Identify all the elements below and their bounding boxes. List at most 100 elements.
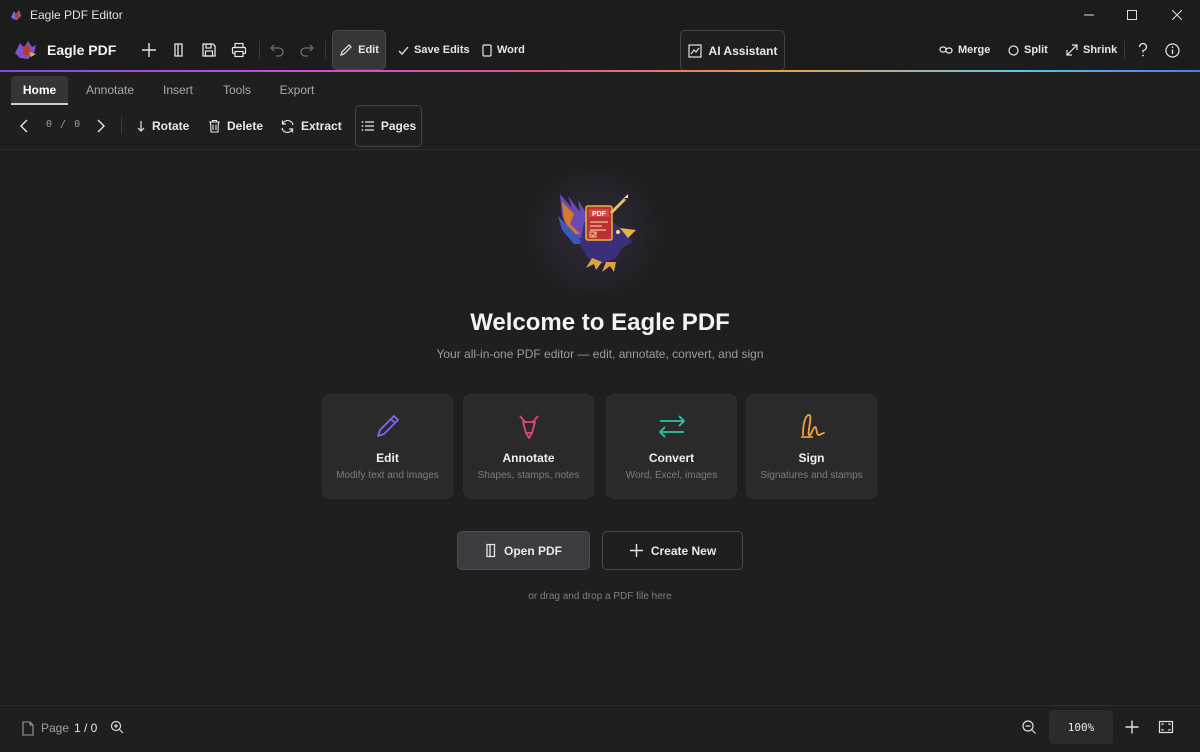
diagonal-arrows-icon [1066, 44, 1078, 56]
undo-button[interactable] [267, 40, 287, 60]
about-button[interactable] [1162, 40, 1182, 60]
plus-icon [1125, 720, 1139, 734]
magnifier-plus-icon [110, 720, 124, 734]
sign-feature-card[interactable]: Sign Signatures and stamps [746, 394, 877, 499]
chevron-right-icon [97, 119, 105, 133]
welcome-subtitle: Your all-in-one PDF editor — edit, annot… [436, 347, 764, 361]
maximize-icon [1127, 10, 1137, 20]
delete-button[interactable]: Delete [208, 106, 263, 146]
merge-button[interactable]: Merge [939, 30, 990, 70]
redo-button[interactable] [297, 40, 317, 60]
delete-label: Delete [227, 119, 264, 133]
maximize-button[interactable] [1109, 0, 1155, 30]
window-title: Eagle PDF Editor [30, 8, 123, 22]
rotate-button[interactable]: Rotate [136, 106, 189, 146]
save-icon [202, 43, 216, 57]
brand: Eagle PDF [14, 39, 116, 61]
find-button[interactable] [107, 717, 127, 737]
fit-screen-icon [1158, 720, 1174, 734]
document-icon [482, 43, 492, 57]
page-indicator: 1 / 0 [74, 721, 98, 735]
help-button[interactable] [1133, 40, 1153, 60]
extract-button[interactable]: Extract [280, 106, 342, 146]
convert-feature-card[interactable]: Convert Word, Excel, images [606, 394, 737, 499]
link-icon [939, 46, 953, 54]
refresh-icon [281, 119, 294, 133]
save-button[interactable] [199, 40, 219, 60]
split-button[interactable]: Split [1008, 30, 1048, 70]
create-new-label: Create New [650, 543, 717, 558]
tab-insert[interactable]: Insert [152, 76, 204, 104]
checkmark-icon [398, 46, 409, 55]
ai-assistant-button[interactable]: AI Assistant [680, 30, 785, 71]
create-new-button[interactable]: Create New [602, 531, 743, 570]
ai-assistant-label: AI Assistant [708, 43, 778, 58]
pencil-icon [340, 44, 352, 56]
app-icon [9, 8, 23, 22]
zoom-level[interactable]: 100% [1049, 710, 1113, 744]
chevron-left-icon [20, 119, 28, 133]
card-title: Convert [648, 451, 695, 465]
tab-tools[interactable]: Tools [214, 76, 260, 104]
close-button[interactable] [1154, 0, 1200, 30]
zoom-out-button[interactable] [1019, 717, 1039, 737]
chart-board-icon [687, 43, 702, 58]
save-edits-button[interactable]: Save Edits [398, 30, 470, 70]
open-pdf-button[interactable]: Open PDF [457, 531, 590, 570]
card-description: Word, Excel, images [625, 470, 718, 481]
question-mark-icon [1138, 42, 1148, 57]
word-export-label: Word [497, 44, 525, 56]
annotate-feature-card[interactable]: Annotate Shapes, stamps, notes [463, 394, 594, 499]
card-description: Shapes, stamps, notes [477, 470, 580, 481]
fit-page-button[interactable] [1156, 717, 1176, 737]
tab-annotate[interactable]: Annotate [78, 76, 142, 104]
pages-panel-button[interactable]: Pages [355, 105, 422, 147]
card-description: Signatures and stamps [760, 470, 863, 481]
eagle-mascot-logo: PDF [532, 172, 658, 292]
signature-icon [797, 411, 827, 441]
print-button[interactable] [229, 40, 249, 60]
save-edits-label: Save Edits [414, 44, 470, 56]
printer-icon [231, 42, 247, 58]
list-icon [361, 121, 374, 131]
shrink-label: Shrink [1083, 44, 1118, 56]
toolbar-divider [1124, 41, 1125, 59]
close-icon [1172, 10, 1182, 20]
arrow-down-icon [137, 120, 145, 132]
merge-label: Merge [958, 44, 991, 56]
drop-hint: or drag and drop a PDF file here [528, 591, 672, 602]
zoom-out-icon [1022, 720, 1036, 734]
welcome-title: Welcome to Eagle PDF [470, 309, 730, 336]
zoom-in-button[interactable] [1122, 717, 1142, 737]
page-counter: 0 / 0 [46, 119, 82, 130]
logo-pdf-text: PDF [592, 211, 607, 218]
card-description: Modify text and images [336, 470, 439, 481]
edit-feature-card[interactable]: Edit Modify text and images [322, 394, 453, 499]
shrink-button[interactable]: Shrink [1066, 30, 1117, 70]
previous-page-button[interactable] [14, 116, 34, 136]
minimize-button[interactable] [1066, 0, 1112, 30]
tab-home[interactable]: Home [11, 76, 68, 105]
edit-mode-button[interactable]: Edit [332, 30, 386, 70]
card-title: Annotate [502, 451, 555, 465]
toolbar-divider [259, 41, 260, 59]
pencil-icon [373, 411, 403, 441]
word-export-button[interactable]: Word [482, 30, 525, 70]
pages-label: Pages [380, 119, 417, 133]
page-icon [18, 718, 38, 738]
info-icon [1164, 42, 1180, 58]
swap-arrows-icon [657, 411, 687, 441]
next-page-button[interactable] [91, 116, 111, 136]
open-file-button[interactable] [169, 40, 189, 60]
undo-icon [270, 44, 284, 57]
page-label: Page [41, 721, 70, 735]
open-book-icon [174, 43, 183, 57]
new-document-button[interactable] [139, 40, 159, 60]
brand-name: Eagle PDF [47, 42, 117, 58]
eagle-logo-icon [14, 39, 38, 61]
card-title: Sign [798, 451, 825, 465]
card-title: Edit [376, 451, 399, 465]
tab-export[interactable]: Export [270, 76, 324, 104]
toolbar-divider [121, 116, 122, 134]
edit-mode-label: Edit [358, 44, 379, 56]
